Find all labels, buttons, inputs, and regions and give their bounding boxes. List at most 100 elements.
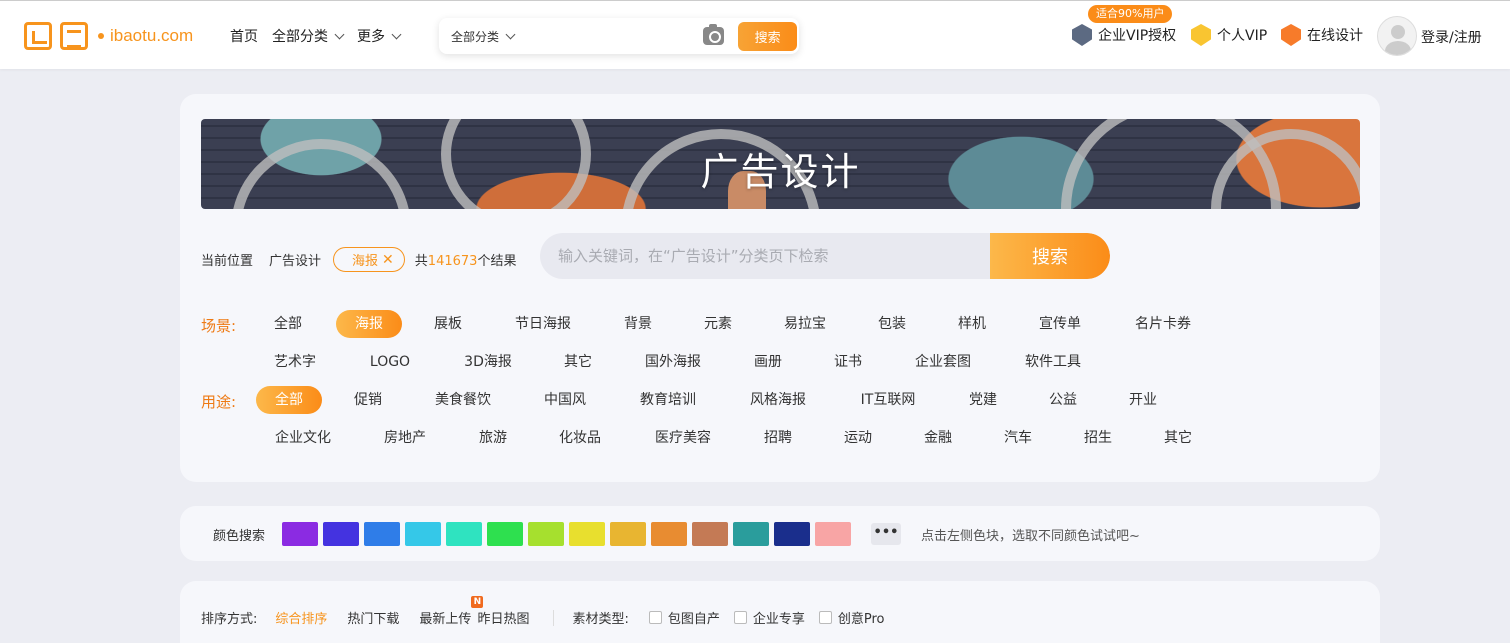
filter-scene-item[interactable]: 企业套图 [900, 348, 986, 376]
filter-scene-item[interactable]: 展板 [420, 310, 476, 338]
material-option-ibaotu[interactable]: 包图自产 [648, 608, 720, 627]
promo-badge: 适合90%用户 [1088, 5, 1173, 23]
color-swatch[interactable] [487, 522, 523, 546]
filter-usage-item[interactable]: 医疗美容 [640, 424, 726, 452]
color-search-label: 颜色搜索 [213, 529, 266, 544]
filter-scene-item[interactable]: 易拉宝 [770, 310, 840, 338]
filter-usage-item[interactable]: 党建 [955, 386, 1011, 414]
filter-usage-item[interactable]: 旅游 [465, 424, 521, 452]
filter-scene-item[interactable]: 样机 [944, 310, 1000, 338]
filter-usage-item[interactable]: 其它 [1150, 424, 1206, 452]
filter-scene-item[interactable]: 宣传单 [1025, 310, 1095, 338]
filter-scene-item[interactable]: 背景 [610, 310, 666, 338]
color-swatch[interactable] [364, 522, 400, 546]
filter-scene-item[interactable]: 名片卡券 [1120, 310, 1206, 338]
color-swatch[interactable] [446, 522, 482, 546]
site-logo[interactable]: ibaotu.com [24, 22, 193, 50]
filter-usage-item[interactable]: 促销 [340, 386, 396, 414]
color-swatch[interactable] [528, 522, 564, 546]
filter-usage-item[interactable]: 企业文化 [260, 424, 346, 452]
avatar[interactable] [1377, 16, 1417, 56]
filter-usage-item[interactable]: 美食餐饮 [420, 386, 506, 414]
color-swatch[interactable] [405, 522, 441, 546]
material-option-label: 企业专享 [752, 612, 805, 627]
nav-all-categories[interactable]: 全部分类 [272, 26, 345, 46]
nav-home[interactable]: 首页 [230, 26, 258, 46]
color-swatch[interactable] [733, 522, 769, 546]
category-search: 搜索 [540, 233, 1110, 279]
color-swatch[interactable] [323, 522, 359, 546]
checkbox[interactable] [648, 611, 662, 624]
color-swatch[interactable] [692, 522, 728, 546]
active-tag-chip[interactable]: 海报 ✕ [333, 247, 405, 272]
login-register-link[interactable]: 登录/注册 [1421, 27, 1482, 47]
filter-usage-item[interactable]: 招生 [1070, 424, 1126, 452]
checkbox[interactable] [733, 611, 747, 624]
banner-title: 广告设计 [700, 150, 861, 194]
filter-usage-item[interactable]: 房地产 [370, 424, 440, 452]
filter-scene-item[interactable]: 海报 [336, 310, 402, 338]
color-swatch[interactable] [569, 522, 605, 546]
filter-usage-item[interactable]: 中国风 [530, 386, 600, 414]
nav-home-label: 首页 [230, 29, 258, 45]
enterprise-vip-link[interactable]: 企业VIP授权 [1072, 24, 1176, 46]
more-colors-button[interactable]: ••• [871, 523, 901, 545]
online-design-link[interactable]: 在线设计 [1281, 24, 1363, 46]
filter-scene-item[interactable]: 包装 [864, 310, 920, 338]
category-search-input[interactable] [540, 233, 990, 279]
filter-scene-item[interactable]: 软件工具 [1010, 348, 1096, 376]
sort-card: 排序方式: 综合排序 热门下载 最新上传 N 昨日热图 素材类型: 包图自产 企业… [180, 581, 1380, 643]
filter-usage-item[interactable]: 招聘 [750, 424, 806, 452]
filter-usage-item[interactable]: 汽车 [990, 424, 1046, 452]
sort-option-popular[interactable]: 热门下载 [347, 608, 399, 627]
header-search-button[interactable]: 搜索 [738, 21, 797, 51]
filter-usage-item[interactable]: 运动 [830, 424, 886, 452]
breadcrumb-category[interactable]: 广告设计 [269, 250, 321, 269]
breadcrumb: 当前位置 广告设计 海报 ✕ 共141673个结果 [201, 247, 516, 272]
close-icon[interactable]: ✕ [382, 252, 394, 268]
sort-option-yesterday-hot[interactable]: 昨日热图 [477, 608, 529, 627]
filter-usage-item[interactable]: 金融 [910, 424, 966, 452]
online-design-icon [1281, 24, 1301, 46]
filter-usage-item[interactable]: 化妆品 [545, 424, 615, 452]
filter-scene-item[interactable]: 画册 [740, 348, 796, 376]
filter-scene-item[interactable]: 国外海报 [630, 348, 716, 376]
search-category-select[interactable]: 全部分类 [439, 28, 526, 45]
sort-option-comprehensive[interactable]: 综合排序 [275, 608, 327, 627]
filter-usage-item[interactable]: 全部 [256, 386, 322, 414]
filter-usage-item[interactable]: IT互联网 [845, 386, 931, 414]
nav-more-label: 更多 [357, 29, 385, 45]
nav-more[interactable]: 更多 [357, 26, 402, 46]
filter-scene-item[interactable]: 3D海报 [450, 348, 526, 376]
chevron-down-icon [505, 29, 516, 39]
color-swatch[interactable] [774, 522, 810, 546]
color-swatch[interactable] [610, 522, 646, 546]
filter-usage-item[interactable]: 风格海报 [735, 386, 821, 414]
color-swatch[interactable] [651, 522, 687, 546]
logo-mark-tu [60, 22, 88, 50]
filter-scene-item[interactable]: 艺术字 [260, 348, 330, 376]
filter-scene-item[interactable]: 节日海报 [500, 310, 586, 338]
material-option-creative-pro[interactable]: 创意Pro [818, 608, 885, 627]
filter-usage-item[interactable]: 开业 [1115, 386, 1171, 414]
filter-scene-item[interactable]: 证书 [820, 348, 876, 376]
personal-vip-icon [1191, 24, 1211, 46]
filter-usage-item[interactable]: 教育培训 [625, 386, 711, 414]
personal-vip-link[interactable]: 个人VIP [1191, 24, 1267, 46]
color-swatch[interactable] [282, 522, 318, 546]
filter-scene-item[interactable]: 全部 [260, 310, 316, 338]
filter-scene-item[interactable]: LOGO [355, 348, 425, 376]
sort-option-newest[interactable]: 最新上传 N [419, 596, 484, 627]
filter-usage-item[interactable]: 公益 [1035, 386, 1091, 414]
camera-icon[interactable] [702, 24, 725, 45]
checkbox[interactable] [818, 611, 832, 624]
category-search-button[interactable]: 搜索 [990, 233, 1110, 279]
header-search-input[interactable] [525, 18, 703, 54]
filter-scene-item[interactable]: 元素 [690, 310, 746, 338]
filter-scene-item[interactable]: 其它 [550, 348, 606, 376]
material-option-enterprise[interactable]: 企业专享 [733, 608, 805, 627]
divider [553, 609, 555, 626]
category-banner: 广告设计 [201, 119, 1360, 209]
result-count: 共141673个结果 [415, 250, 517, 269]
color-swatch[interactable] [815, 522, 851, 546]
